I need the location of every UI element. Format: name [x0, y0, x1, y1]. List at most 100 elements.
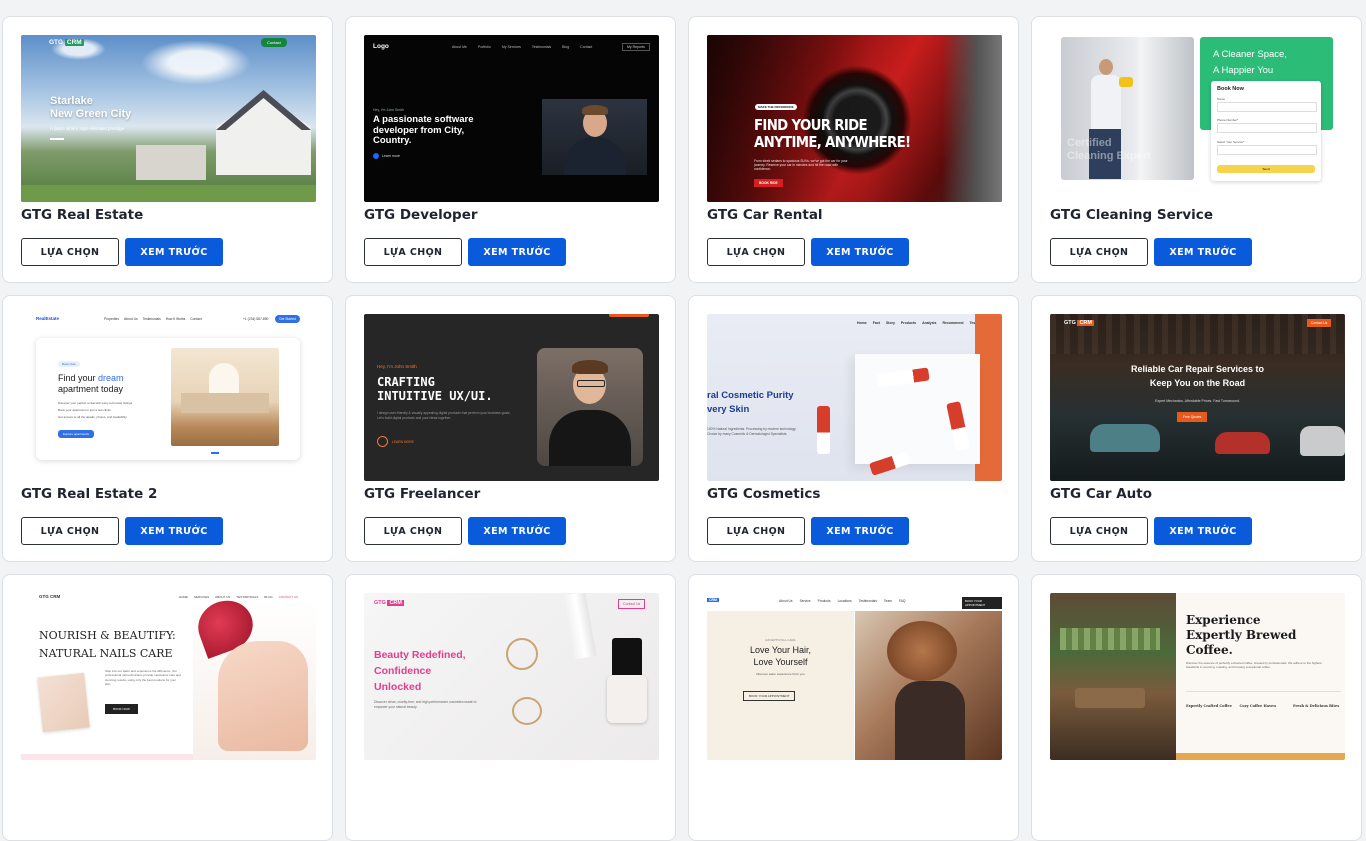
preview-thumbnail[interactable]: Logo About Me Portfolio My Services Test…: [364, 35, 659, 202]
arrow-circle-icon: [377, 436, 388, 447]
headline-line-2: New Green City: [50, 108, 132, 120]
choose-button[interactable]: LỰA CHỌN: [1050, 238, 1148, 266]
headline-line-1: Reliable Car Repair Services to: [1130, 364, 1265, 374]
template-title: GTG Developer: [364, 207, 478, 223]
preview-thumbnail[interactable]: Hey, I'm John Smith CRAFTING INTUITIVE U…: [364, 314, 659, 481]
preview-thumbnail[interactable]: RealEstate Properties About Us Testimoni…: [21, 314, 316, 481]
template-title: GTG Car Rental: [707, 207, 823, 223]
hero-headline: Experience Expertly Brewed Coffee.: [1186, 613, 1296, 658]
preview-thumbnail[interactable]: GTG CRM Contact Us Beauty Redefined, Con…: [364, 593, 659, 760]
template-card: GTG CRM Contact Starlake New Green City …: [2, 16, 333, 283]
preview-button[interactable]: XEM TRƯỚC: [811, 238, 909, 266]
choose-button[interactable]: LỰA CHỌN: [1050, 517, 1148, 545]
preview-button[interactable]: XEM TRƯỚC: [468, 517, 566, 545]
choose-button[interactable]: LỰA CHỌN: [707, 238, 805, 266]
hand-photo: [37, 672, 90, 733]
template-title: GTG Real Estate 2: [21, 486, 158, 502]
polish-bottle: [607, 675, 647, 723]
nav-item: BLOG: [264, 595, 273, 599]
template-card: Home Fact Story Products Analysis Recomm…: [688, 295, 1019, 562]
product-tube: [817, 406, 830, 454]
hero-photo: [855, 611, 1002, 760]
contact-button: Contact Us: [1307, 319, 1332, 327]
site-nav: Home Fact Story Products Analysis Recomm…: [857, 321, 989, 325]
site-logo: GTG CRM: [39, 594, 61, 599]
nav-item: Portfolio: [477, 45, 491, 49]
learn-more-link: Learn more: [373, 153, 400, 159]
profile-photo: [537, 348, 643, 466]
bullet-item: Get access to all the details, photos, a…: [58, 415, 127, 419]
brand-name: GTG: [1064, 320, 1076, 326]
preview-button[interactable]: XEM TRƯỚC: [125, 517, 223, 545]
cta-label: Learn more: [382, 154, 400, 158]
ghost-line-1: Certified: [1067, 137, 1112, 149]
feature-title: Cozy Coffee Haven: [1239, 704, 1276, 708]
feature-title: Expertly Crafted Coffee: [1186, 704, 1232, 708]
template-card: Logo About Me Portfolio My Services Test…: [345, 16, 676, 283]
get-started-button: Get Started: [275, 315, 300, 323]
choose-button[interactable]: LỰA CHỌN: [364, 517, 462, 545]
brand-badge: CRM: [387, 600, 404, 606]
preview-thumbnail[interactable]: CRM About Us Service Products Locations …: [707, 593, 1002, 760]
nav-item: Contact: [580, 45, 593, 49]
headline-line-2: Confidence: [374, 665, 432, 677]
preview-button[interactable]: XEM TRƯỚC: [1154, 517, 1252, 545]
nav-item: About Us: [779, 599, 793, 603]
hero-headline: Find your dream apartment today: [58, 373, 124, 395]
field-label: Select Your Service*: [1217, 140, 1245, 144]
preview-thumbnail[interactable]: Experience Expertly Brewed Coffee. Disco…: [1050, 593, 1345, 760]
site-nav: About Us Service Products Locations Test…: [779, 599, 906, 603]
nav-item: Analysis: [922, 321, 937, 325]
template-card: GTG CRM Contact Us Reliable Car Repair S…: [1031, 295, 1362, 562]
brand-text: GTG CRM: [374, 600, 404, 606]
headline-line-1: NOURISH & BEAUTIFY:: [39, 629, 176, 642]
learn-more-link: LEARN MORE: [377, 436, 414, 447]
nav-item: SERVICES: [194, 595, 210, 599]
headline-line-2: Love Yourself: [753, 657, 808, 667]
choose-button[interactable]: LỰA CHỌN: [21, 238, 119, 266]
preview-button[interactable]: XEM TRƯỚC: [811, 517, 909, 545]
preview-thumbnail[interactable]: GTG CRM Contact Starlake New Green City …: [21, 35, 316, 202]
preview-thumbnail[interactable]: MAKE THE DIFFERENCE FIND YOUR RIDE ANYTI…: [707, 35, 1002, 202]
headline-line-1: Experience: [1186, 613, 1261, 627]
preview-thumbnail[interactable]: GTG CRM Contact Us Reliable Car Repair S…: [1050, 314, 1345, 481]
play-icon: [373, 153, 379, 159]
preview-thumbnail[interactable]: GTG CRM HOME SERVICES ABOUT US TESTIMONI…: [21, 593, 316, 760]
hero-panel: Book Now Find your dream apartment today…: [36, 338, 300, 460]
hero-kicker: EXCEPTIONAL CARE: [765, 638, 796, 642]
hero-pill: MAKE THE DIFFERENCE: [755, 104, 797, 110]
template-title: GTG Freelancer: [364, 486, 481, 502]
headline-line-1: A Cleaner Space,: [1213, 49, 1287, 60]
choose-button[interactable]: LỰA CHỌN: [707, 517, 805, 545]
preview-button[interactable]: XEM TRƯỚC: [468, 238, 566, 266]
cafe-photo: [1050, 593, 1176, 760]
headline-line-1: Starlake: [50, 95, 93, 107]
nav-item: HOME: [179, 595, 188, 599]
site-nav: Properties About Us Testimonials How It …: [104, 317, 202, 321]
brand-text: GTG CRM: [1064, 320, 1094, 326]
appointment-button: BOOK YOUR APPOINTMENT: [743, 691, 796, 701]
headline-line-2: INTUITIVE UX/UI.: [377, 389, 493, 403]
headline-line-1: FIND YOUR RIDE: [754, 116, 868, 134]
nav-item: FAQ: [898, 599, 906, 603]
cta-label: LEARN MORE: [392, 439, 414, 444]
template-grid: GTG CRM Contact Starlake New Green City …: [2, 16, 1362, 841]
hero-body: I design user-friendly & visually appeal…: [377, 411, 511, 420]
nav-item: Home: [857, 321, 867, 325]
choose-button[interactable]: LỰA CHỌN: [21, 517, 119, 545]
hero-headline: ral Cosmetic Purity very Skin: [707, 389, 794, 417]
preview-thumbnail[interactable]: Certified Cleaning Expert A Cleaner Spac…: [1050, 35, 1345, 202]
earring-decor: [512, 697, 542, 725]
preview-thumbnail[interactable]: Home Fact Story Products Analysis Recomm…: [707, 314, 1002, 481]
preview-button[interactable]: XEM TRƯỚC: [1154, 238, 1252, 266]
choose-button[interactable]: LỰA CHỌN: [364, 238, 462, 266]
slider-indicator: [211, 452, 219, 454]
nav-item: Story: [885, 321, 895, 325]
feature-cards: Expertly Crafted Coffee Cozy Coffee Have…: [1186, 691, 1341, 751]
template-card: GTG CRM Contact Us Beauty Redefined, Con…: [345, 574, 676, 841]
nav-item: Properties: [104, 317, 120, 321]
profile-photo: [542, 99, 647, 175]
preview-button[interactable]: XEM TRƯỚC: [125, 238, 223, 266]
hero-subtitle: Expert Mechanics. Affordable Prices. Fas…: [1155, 399, 1240, 403]
template-card: GTG CRM HOME SERVICES ABOUT US TESTIMONI…: [2, 574, 333, 841]
